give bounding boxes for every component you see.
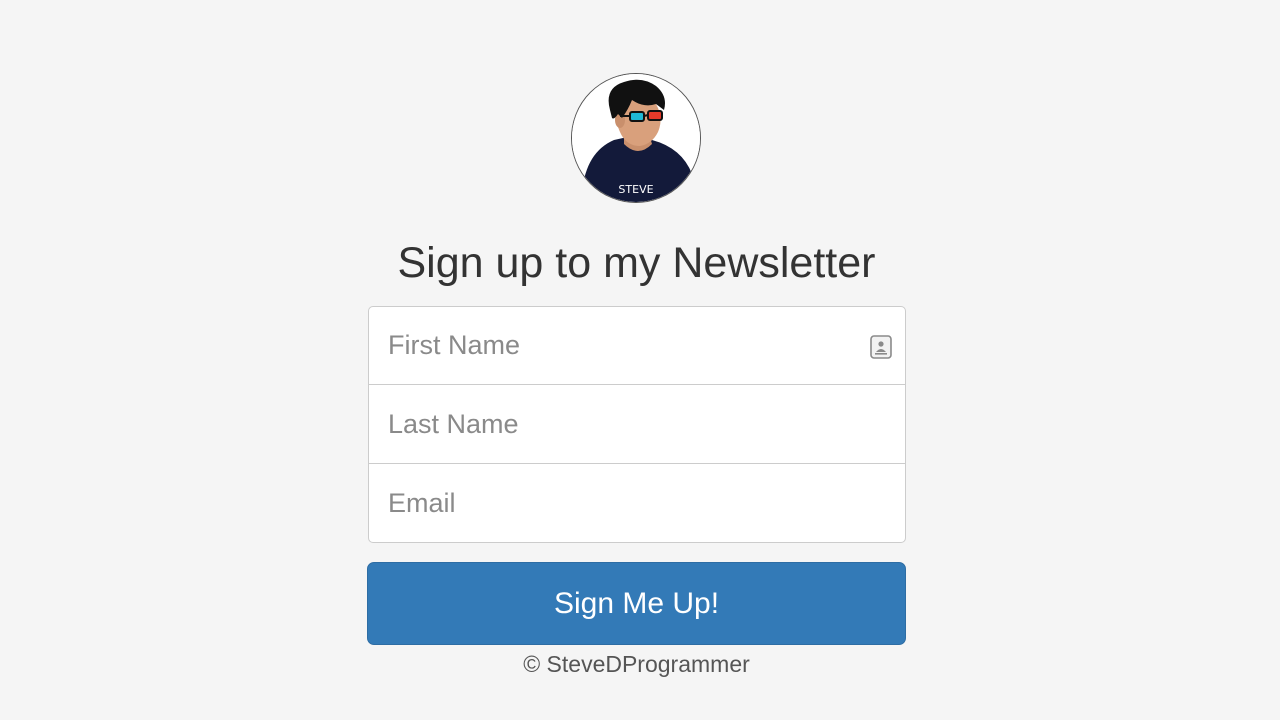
email-field xyxy=(368,463,906,543)
signup-form xyxy=(368,306,906,543)
first-name-input[interactable] xyxy=(369,307,905,384)
first-name-field xyxy=(368,306,906,385)
email-input[interactable] xyxy=(369,464,905,542)
avatar: STEVE xyxy=(571,73,701,203)
copyright-footer: © SteveDProgrammer xyxy=(523,651,750,677)
page-title: Sign up to my Newsletter xyxy=(397,239,876,287)
avatar-caption: STEVE xyxy=(618,183,653,196)
signup-page: STEVE Sign up to my Newsletter Sign Me U… xyxy=(0,0,1280,720)
avatar-illustration: STEVE xyxy=(572,74,700,202)
sign-me-up-button[interactable]: Sign Me Up! xyxy=(367,562,906,645)
last-name-input[interactable] xyxy=(369,385,905,463)
contact-card-icon[interactable] xyxy=(870,335,892,359)
last-name-field xyxy=(368,384,906,464)
